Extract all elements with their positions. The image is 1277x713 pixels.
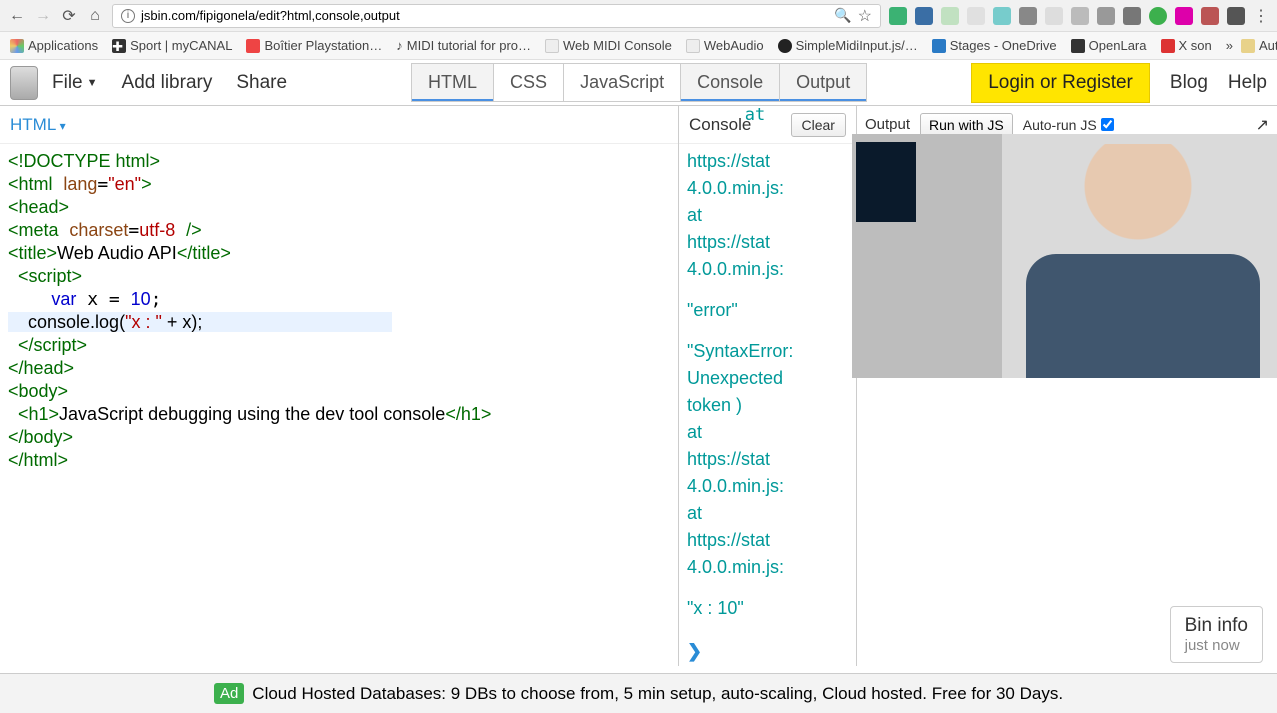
tab-console[interactable]: Console xyxy=(680,63,779,102)
console-output[interactable]: https://stat 4.0.0.min.js: at https://st… xyxy=(679,144,856,637)
html-editor[interactable]: <!DOCTYPE html> <html lang="en"> <head> … xyxy=(0,144,678,478)
ext-icon-13[interactable] xyxy=(1201,7,1219,25)
bookmark-star-icon[interactable]: ☆ xyxy=(858,6,872,26)
console-label: Console xyxy=(689,115,751,135)
ext-icon-6[interactable] xyxy=(1019,7,1037,25)
ext-icon-2[interactable] xyxy=(915,7,933,25)
bookmark-apps[interactable]: Applications xyxy=(10,38,98,53)
search-in-page-icon[interactable]: 🔍 xyxy=(834,7,851,24)
ext-icon-10[interactable] xyxy=(1123,7,1141,25)
ext-icon-11[interactable] xyxy=(1149,7,1167,25)
blog-link[interactable]: Blog xyxy=(1170,72,1208,94)
tab-js[interactable]: JavaScript xyxy=(563,63,680,102)
ext-icon-1[interactable] xyxy=(889,7,907,25)
run-button[interactable]: Run with JS xyxy=(920,113,1013,137)
ad-badge: Ad xyxy=(214,683,244,704)
html-panel: HTML <!DOCTYPE html> <html lang="en"> <h… xyxy=(0,106,679,666)
ext-icon-14[interactable] xyxy=(1227,7,1245,25)
popout-icon[interactable]: ↗ xyxy=(1256,115,1269,135)
ext-icon-4[interactable] xyxy=(967,7,985,25)
add-library-menu[interactable]: Add library xyxy=(122,72,213,94)
ext-icon-8[interactable] xyxy=(1071,7,1089,25)
bookmark-webaudio[interactable]: WebAudio xyxy=(686,38,764,53)
poster-image xyxy=(856,142,916,222)
autorun-toggle[interactable]: Auto-run JS xyxy=(1023,117,1114,133)
tab-css[interactable]: CSS xyxy=(493,63,563,102)
bookmark-boitier[interactable]: Boîtier Playstation… xyxy=(246,38,382,53)
bin-info-time: just now xyxy=(1185,637,1248,654)
file-menu[interactable]: File▼ xyxy=(52,72,98,94)
reload-icon[interactable]: ⟳ xyxy=(60,7,78,25)
bookmark-stages[interactable]: Stages - OneDrive xyxy=(932,38,1057,53)
site-info-icon[interactable]: i xyxy=(121,9,135,23)
forward-icon: → xyxy=(34,7,52,25)
bookmark-midi-tut[interactable]: ♪MIDI tutorial for pro… xyxy=(396,38,531,53)
ext-icon-7[interactable] xyxy=(1045,7,1063,25)
output-label: Output xyxy=(865,116,910,133)
url-bar[interactable]: i jsbin.com/fipigonela/edit?html,console… xyxy=(112,4,881,28)
chrome-menu-icon[interactable]: ⋮ xyxy=(1253,6,1269,26)
ext-icon-12[interactable] xyxy=(1175,7,1193,25)
browser-toolbar: ← → ⟳ ⌂ i jsbin.com/fipigonela/edit?html… xyxy=(0,0,1277,32)
ext-icon-5[interactable] xyxy=(993,7,1011,25)
url-text: jsbin.com/fipigonela/edit?html,console,o… xyxy=(141,8,400,23)
console-prompt-icon[interactable]: ❯ xyxy=(679,637,856,666)
bookmark-sport[interactable]: ✚Sport | myCANAL xyxy=(112,38,232,53)
jsbin-toolbar: File▼ Add library Share HTML CSS JavaScr… xyxy=(0,60,1277,106)
console-overflow-text: at xyxy=(745,106,765,125)
bin-info-title: Bin info xyxy=(1185,615,1248,637)
bookmarks-bar: Applications ✚Sport | myCANAL Boîtier Pl… xyxy=(0,32,1277,60)
panel-tabs: HTML CSS JavaScript Console Output xyxy=(411,63,867,102)
console-panel: Consoleat Clear https://stat 4.0.0.min.j… xyxy=(679,106,857,666)
clear-button[interactable]: Clear xyxy=(791,113,846,137)
tab-html[interactable]: HTML xyxy=(411,63,493,102)
ad-text: Cloud Hosted Databases: 9 DBs to choose … xyxy=(252,684,1063,704)
bookmark-xson[interactable]: X son xyxy=(1161,38,1212,53)
html-panel-header[interactable]: HTML xyxy=(0,106,678,144)
ad-banner[interactable]: Ad Cloud Hosted Databases: 9 DBs to choo… xyxy=(0,673,1277,713)
bookmark-autres[interactable]: Autres favoris xyxy=(1241,38,1277,53)
ext-icon-9[interactable] xyxy=(1097,7,1115,25)
home-icon[interactable]: ⌂ xyxy=(86,7,104,25)
console-panel-header: Consoleat Clear xyxy=(679,106,856,144)
webcam-overlay xyxy=(852,134,1277,378)
tab-output[interactable]: Output xyxy=(779,63,867,102)
bookmark-overflow[interactable]: » xyxy=(1226,38,1233,53)
bookmark-simplemidi[interactable]: SimpleMidiInput.js/… xyxy=(778,38,918,53)
bookmark-webmidi[interactable]: Web MIDI Console xyxy=(545,38,672,53)
share-menu[interactable]: Share xyxy=(236,72,287,94)
jsbin-logo-icon[interactable] xyxy=(10,66,38,100)
extension-icons: ⋮ xyxy=(889,6,1269,26)
bookmark-openlara[interactable]: OpenLara xyxy=(1071,38,1147,53)
ext-icon-3[interactable] xyxy=(941,7,959,25)
back-icon[interactable]: ← xyxy=(8,7,26,25)
help-link[interactable]: Help xyxy=(1228,72,1267,94)
login-button[interactable]: Login or Register xyxy=(971,63,1150,103)
bin-info-box[interactable]: Bin info just now xyxy=(1170,606,1263,663)
